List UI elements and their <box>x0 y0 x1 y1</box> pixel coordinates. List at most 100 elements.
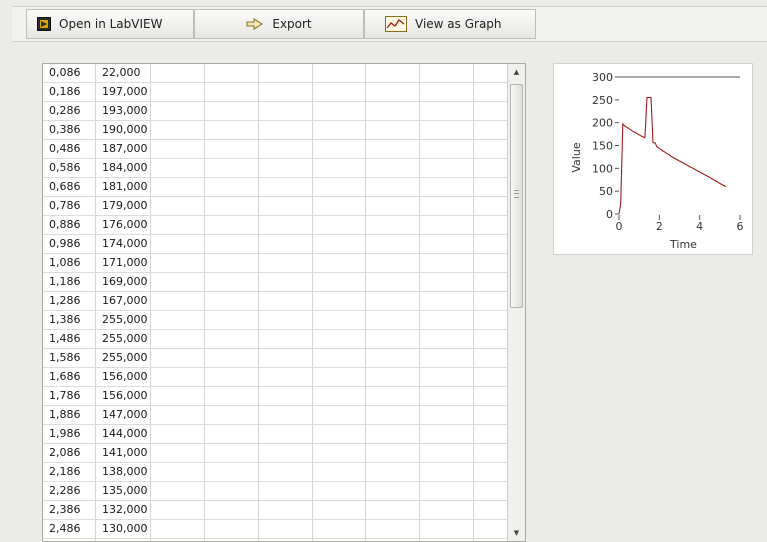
value-cell: 167,000 <box>102 294 148 307</box>
x-tick-label: 0 <box>616 220 623 233</box>
time-cell: 0,086 <box>49 66 81 79</box>
table-row[interactable]: 0,186 197,000 <box>43 83 525 102</box>
table-row[interactable]: 0,586 184,000 <box>43 159 525 178</box>
time-cell: 2,286 <box>49 484 81 497</box>
vertical-scrollbar[interactable]: ▲ ▼ <box>507 64 525 541</box>
x-axis-label: Time <box>669 238 697 251</box>
value-cell: 130,000 <box>102 522 148 535</box>
value-cell: 190,000 <box>102 123 148 136</box>
table-rows: 0,086 22,000 0,186 197,000 0,286 193,000 0,386… <box>43 64 525 541</box>
value-cell: 255,000 <box>102 313 148 326</box>
data-table[interactable]: 0,086 22,000 0,186 197,000 0,286 193,000 0,386… <box>42 63 526 542</box>
time-cell: 0,186 <box>49 85 81 98</box>
graph-icon <box>385 16 407 32</box>
table-row[interactable]: 0,986 174,000 <box>43 235 525 254</box>
table-row[interactable]: 2,386 132,000 <box>43 501 525 520</box>
time-cell: 1,686 <box>49 370 81 383</box>
table-row[interactable]: 0,486 187,000 <box>43 140 525 159</box>
table-row[interactable]: 1,886 147,000 <box>43 406 525 425</box>
value-cell: 147,000 <box>102 408 148 421</box>
value-cell: 255,000 <box>102 332 148 345</box>
table-row[interactable]: 1,286 167,000 <box>43 292 525 311</box>
table-row[interactable]: 2,186 138,000 <box>43 463 525 482</box>
labview-icon <box>37 17 51 31</box>
value-cell: 187,000 <box>102 142 148 155</box>
time-cell: 2,186 <box>49 465 81 478</box>
table-row[interactable]: 2,086 141,000 <box>43 444 525 463</box>
export-arrow-icon <box>246 17 264 31</box>
scroll-down-icon[interactable]: ▼ <box>508 525 525 541</box>
time-cell: 1,186 <box>49 275 81 288</box>
y-tick-label: 0 <box>606 208 613 221</box>
time-cell: 0,486 <box>49 142 81 155</box>
value-cell: 193,000 <box>102 104 148 117</box>
line-chart: 300 250 200 150 100 50 00 2 4 6 Time Value <box>570 71 744 251</box>
table-row[interactable]: 1,586 255,000 <box>43 349 525 368</box>
table-row[interactable]: 1,486 255,000 <box>43 330 525 349</box>
time-cell: 1,986 <box>49 427 81 440</box>
table-row[interactable]: 1,086 171,000 <box>43 254 525 273</box>
y-tick-label: 300 <box>592 71 613 84</box>
time-cell: 0,786 <box>49 199 81 212</box>
time-cell: 1,486 <box>49 332 81 345</box>
value-cell: 255,000 <box>102 351 148 364</box>
time-cell: 1,086 <box>49 256 81 269</box>
table-row[interactable]: 0,386 190,000 <box>43 121 525 140</box>
export-label: Export <box>272 17 312 31</box>
time-cell: 0,586 <box>49 161 81 174</box>
series-line <box>618 96 727 215</box>
time-cell: 2,086 <box>49 446 81 459</box>
value-cell: 144,000 <box>102 427 148 440</box>
time-cell: 1,586 <box>49 351 81 364</box>
value-cell: 171,000 <box>102 256 148 269</box>
value-cell: 22,000 <box>102 66 141 79</box>
time-cell: 0,986 <box>49 237 81 250</box>
value-cell: 181,000 <box>102 180 148 193</box>
time-cell: 0,386 <box>49 123 81 136</box>
table-row[interactable]: 1,186 169,000 <box>43 273 525 292</box>
y-tick-label: 50 <box>599 185 613 198</box>
grip-icon <box>514 190 519 198</box>
value-cell: 138,000 <box>102 465 148 478</box>
y-tick-label: 250 <box>592 94 613 107</box>
view-as-graph-button[interactable]: View as Graph <box>364 9 536 39</box>
scrollbar-thumb[interactable] <box>510 84 523 308</box>
graph-preview[interactable]: 300 250 200 150 100 50 0 0 2 4 6 Time Value <box>553 63 753 255</box>
table-row[interactable]: 2,486 130,000 <box>43 520 525 539</box>
time-cell: 2,486 <box>49 522 81 535</box>
value-cell: 174,000 <box>102 237 148 250</box>
toolbar: Open in LabVIEW Export View as Graph <box>12 6 767 42</box>
value-cell: 176,000 <box>102 218 148 231</box>
scroll-up-icon[interactable]: ▲ <box>508 64 525 80</box>
table-row[interactable]: 1,986 144,000 <box>43 425 525 444</box>
y-tick-label: 150 <box>592 140 613 153</box>
time-cell: 2,386 <box>49 503 81 516</box>
time-cell: 1,786 <box>49 389 81 402</box>
time-cell: 1,386 <box>49 313 81 326</box>
table-row[interactable]: 0,686 181,000 <box>43 178 525 197</box>
table-row[interactable]: 0,086 22,000 <box>43 64 525 83</box>
x-tick-label: 2 <box>656 220 663 233</box>
table-row[interactable]: 2,286 135,000 <box>43 482 525 501</box>
table-row[interactable]: 0,886 176,000 <box>43 216 525 235</box>
time-cell: 1,286 <box>49 294 81 307</box>
table-row[interactable]: 1,386 255,000 <box>43 311 525 330</box>
table-row[interactable]: 0,286 193,000 <box>43 102 525 121</box>
time-cell: 0,286 <box>49 104 81 117</box>
table-row[interactable]: 0,786 179,000 <box>43 197 525 216</box>
time-cell: 0,686 <box>49 180 81 193</box>
export-button[interactable]: Export <box>194 9 364 39</box>
value-cell: 141,000 <box>102 446 148 459</box>
value-cell: 179,000 <box>102 199 148 212</box>
table-row[interactable]: 1,686 156,000 <box>43 368 525 387</box>
value-cell: 184,000 <box>102 161 148 174</box>
y-tick-label: 200 <box>592 117 613 130</box>
table-row[interactable]: 1,786 156,000 <box>43 387 525 406</box>
value-cell: 156,000 <box>102 389 148 402</box>
view-as-graph-label: View as Graph <box>415 17 502 31</box>
y-tick-label: 100 <box>592 162 613 175</box>
time-cell: 0,886 <box>49 218 81 231</box>
open-in-labview-button[interactable]: Open in LabVIEW <box>26 9 194 39</box>
value-cell: 135,000 <box>102 484 148 497</box>
value-cell: 197,000 <box>102 85 148 98</box>
